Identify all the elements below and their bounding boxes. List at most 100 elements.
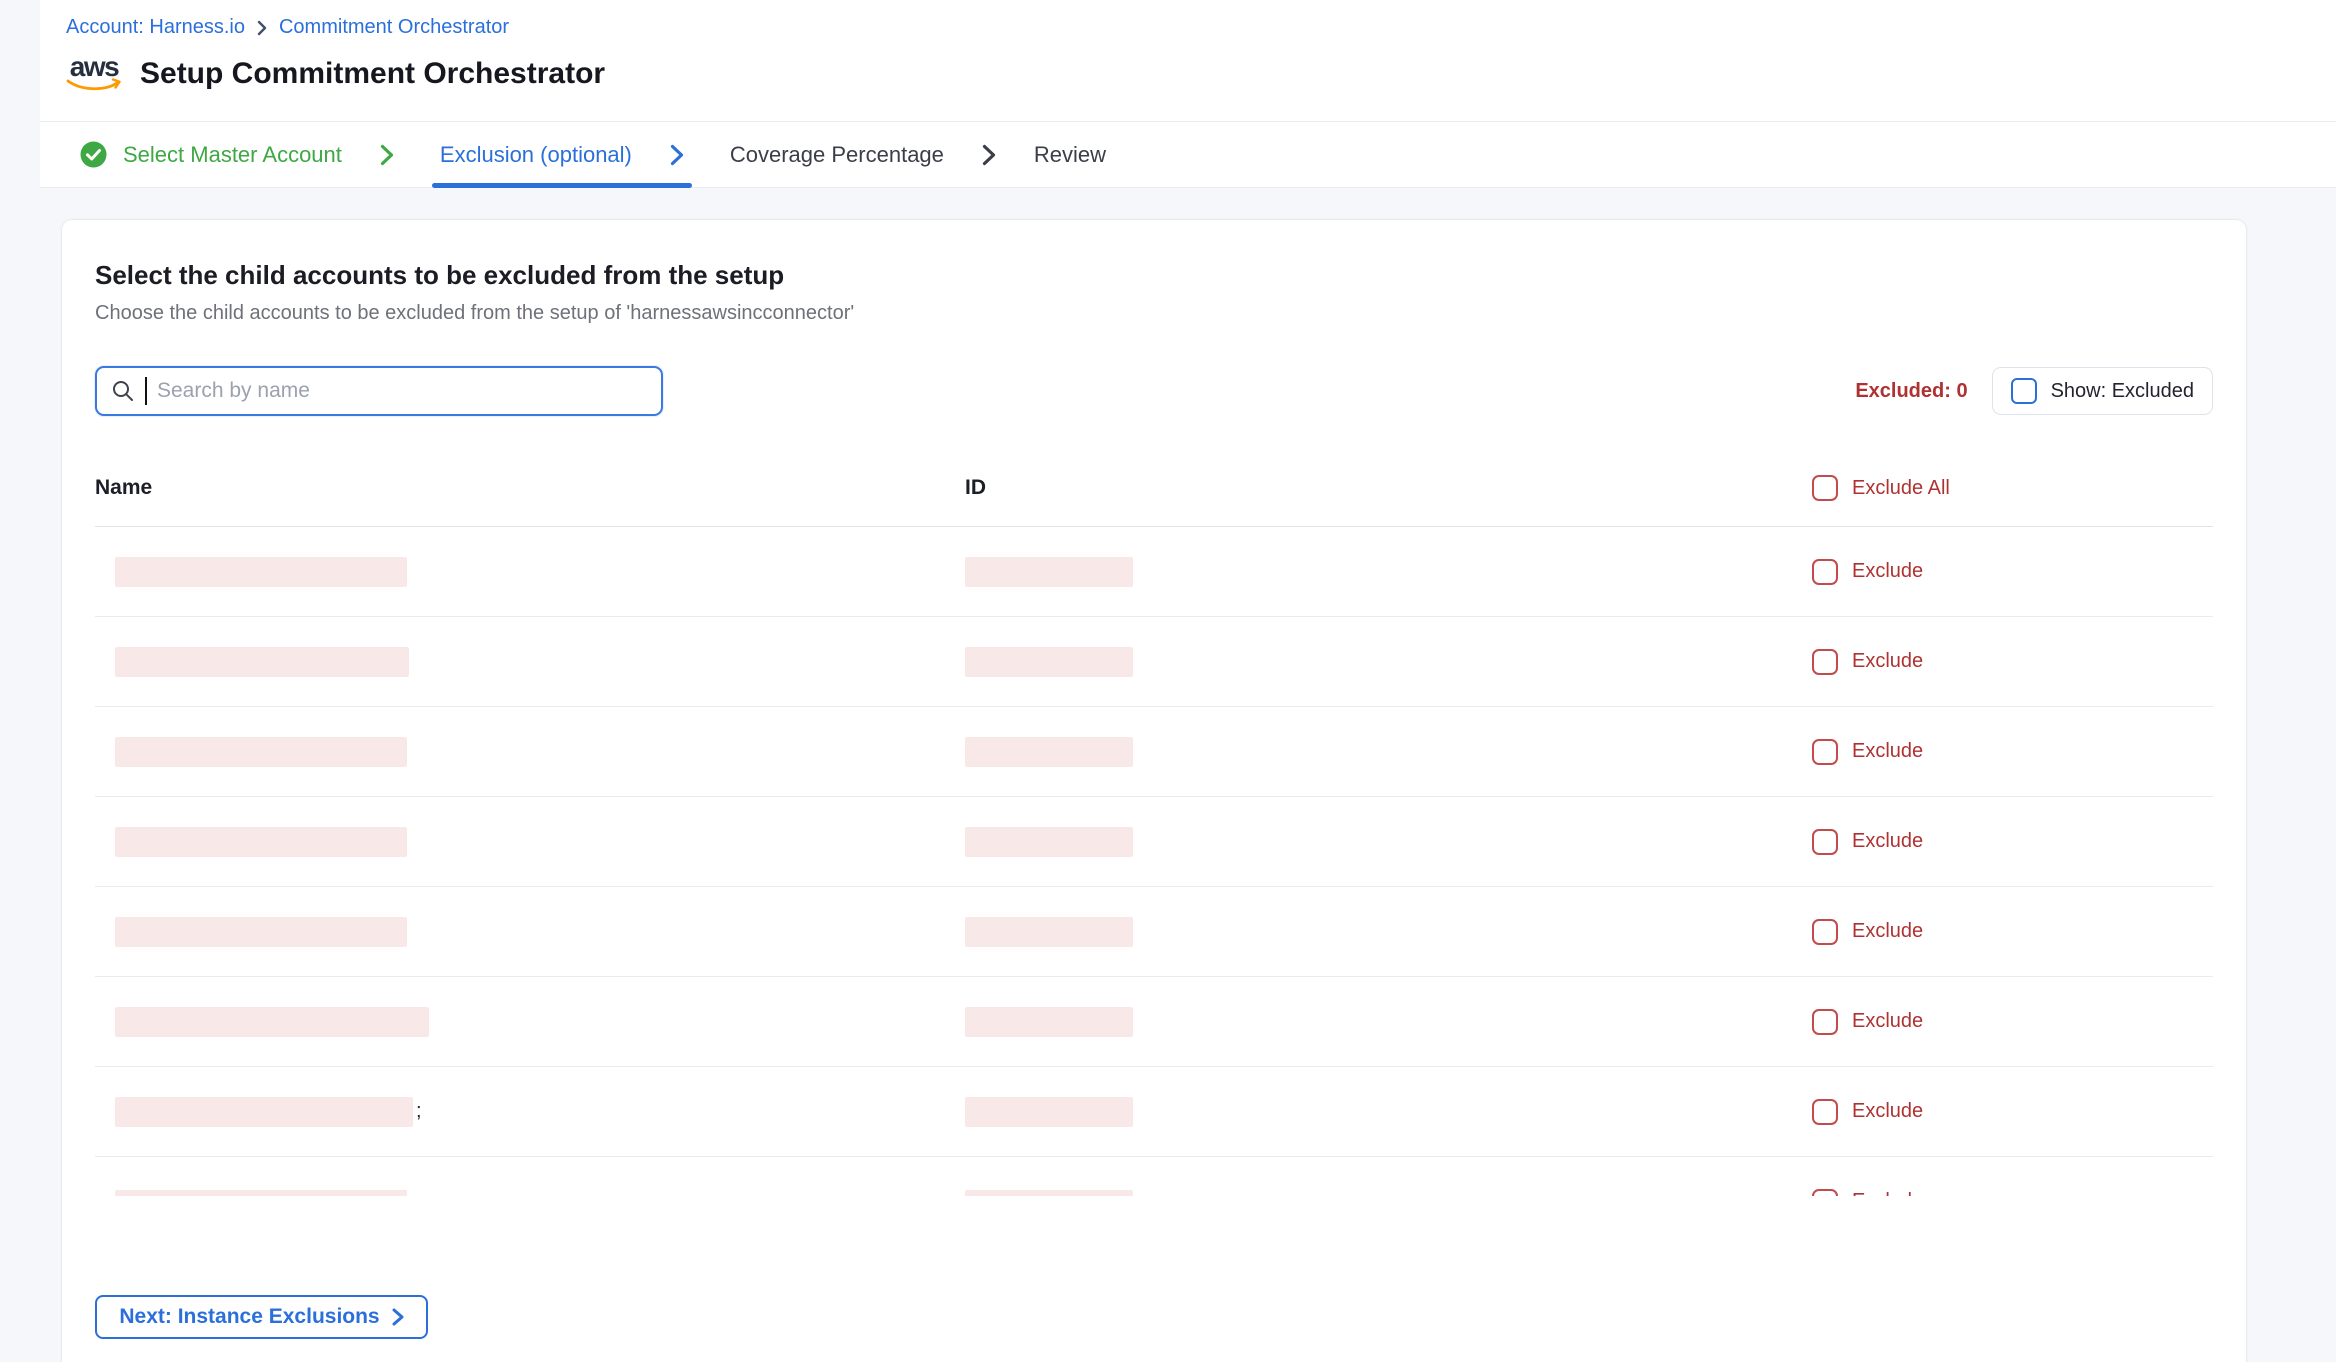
- excluded-count-badge: Excluded: 0: [1855, 380, 1967, 403]
- step-coverage-percentage[interactable]: Coverage Percentage: [730, 142, 944, 168]
- exclude-label: Exclude: [1852, 650, 1923, 673]
- redacted-name-value: [115, 1007, 429, 1037]
- step-exclusion-optional[interactable]: Exclusion (optional): [440, 142, 632, 168]
- search-box: [95, 366, 663, 416]
- table-header: Name ID Exclude All: [95, 450, 2213, 527]
- name-cell: [115, 1184, 965, 1197]
- name-cell: [115, 917, 965, 947]
- table-row: Exclude: [95, 797, 2213, 887]
- exclude-cell: Exclude: [1812, 919, 1923, 945]
- step-label: Coverage Percentage: [730, 142, 944, 168]
- redacted-name-value: [115, 647, 409, 677]
- aws-logo-icon: aws: [64, 54, 124, 93]
- id-cell: [965, 1184, 1812, 1197]
- panel-subheading: Choose the child accounts to be excluded…: [95, 302, 854, 325]
- step-select-master-account[interactable]: Select Master Account: [80, 141, 342, 168]
- exclude-checkbox[interactable]: [1812, 919, 1838, 945]
- aws-logo-text: aws: [70, 54, 118, 80]
- title-row: aws Setup Commitment Orchestrator: [64, 54, 605, 93]
- text-cursor: [145, 377, 147, 405]
- id-cell: [965, 647, 1812, 677]
- redacted-id-value: [965, 1007, 1133, 1037]
- check-circle-icon: [80, 141, 107, 168]
- breadcrumb: Account: Harness.io Commitment Orchestra…: [66, 16, 509, 39]
- id-cell: [965, 557, 1812, 587]
- setup-stepper: Select Master Account Exclusion (optiona…: [40, 122, 2336, 188]
- exclusion-panel: Select the child accounts to be excluded…: [62, 220, 2246, 1362]
- exclude-all-control: Exclude All: [1812, 475, 1950, 501]
- breadcrumb-page-link[interactable]: Commitment Orchestrator: [279, 16, 509, 39]
- table-body: Exclude Exclude Exclude Exclude Exclude Exclu…: [95, 527, 2213, 1196]
- redacted-name-value: [115, 917, 407, 947]
- redacted-id-value: [965, 1190, 1133, 1197]
- active-step-group: Exclusion (optional): [432, 122, 692, 188]
- exclude-label: Exclude: [1852, 560, 1923, 583]
- exclude-label: Exclude: [1852, 830, 1923, 853]
- table-row: Exclude: [95, 617, 2213, 707]
- show-excluded-label: Show: Excluded: [2051, 380, 2194, 403]
- exclude-checkbox[interactable]: [1812, 739, 1838, 765]
- table-row: Exclude: [95, 527, 2213, 617]
- step-label: Select Master Account: [123, 142, 342, 168]
- table-row: Exclude: [95, 707, 2213, 797]
- id-cell: [965, 917, 1812, 947]
- show-excluded-button[interactable]: Show: Excluded: [1992, 367, 2213, 415]
- chevron-right-icon: [670, 144, 684, 166]
- page: Account: Harness.io Commitment Orchestra…: [0, 0, 2336, 1362]
- id-cell: [965, 827, 1812, 857]
- show-excluded-checkbox[interactable]: [2011, 378, 2037, 404]
- redacted-id-value: [965, 647, 1133, 677]
- right-controls: Excluded: 0 Show: Excluded: [1855, 367, 2213, 415]
- exclude-checkbox[interactable]: [1812, 1189, 1838, 1197]
- page-header: Account: Harness.io Commitment Orchestra…: [40, 0, 2336, 122]
- table-row: ; Exclude: [95, 1067, 2213, 1157]
- breadcrumb-account-link[interactable]: Account: Harness.io: [66, 16, 245, 39]
- exclude-label: Exclude: [1852, 1100, 1923, 1123]
- name-cell: [115, 1007, 965, 1037]
- next-button-label: Next: Instance Exclusions: [119, 1305, 379, 1329]
- redacted-id-value: [965, 827, 1133, 857]
- exclude-checkbox[interactable]: [1812, 1099, 1838, 1125]
- exclude-cell: Exclude: [1812, 829, 1923, 855]
- exclude-checkbox[interactable]: [1812, 1009, 1838, 1035]
- step-label: Exclusion (optional): [440, 142, 632, 168]
- redacted-id-value: [965, 1097, 1133, 1127]
- chevron-right-icon: [257, 20, 267, 36]
- name-cell: [115, 647, 965, 677]
- step-label: Review: [1034, 142, 1106, 168]
- name-cell: ;: [115, 1097, 965, 1127]
- exclude-checkbox[interactable]: [1812, 559, 1838, 585]
- panel-heading: Select the child accounts to be excluded…: [95, 260, 784, 291]
- exclude-all-label: Exclude All: [1852, 477, 1950, 500]
- exclude-label: Exclude: [1852, 740, 1923, 763]
- search-icon: [111, 379, 135, 403]
- name-trailing-text: ;: [416, 1100, 422, 1123]
- table-row: Exclude: [95, 1157, 2213, 1196]
- chevron-right-icon: [982, 144, 996, 166]
- table-row: Exclude: [95, 977, 2213, 1067]
- exclude-checkbox[interactable]: [1812, 829, 1838, 855]
- redacted-name-value: [115, 1097, 413, 1127]
- exclude-cell: Exclude: [1812, 1099, 1923, 1125]
- exclude-cell: Exclude: [1812, 559, 1923, 585]
- exclude-cell: Exclude: [1812, 1189, 1923, 1197]
- step-review[interactable]: Review: [1034, 142, 1106, 168]
- next-instance-exclusions-button[interactable]: Next: Instance Exclusions: [95, 1295, 428, 1339]
- column-header-id: ID: [965, 476, 1812, 500]
- name-cell: [115, 827, 965, 857]
- chevron-right-icon: [392, 1308, 404, 1326]
- exclude-all-checkbox[interactable]: [1812, 475, 1838, 501]
- controls-row: Excluded: 0 Show: Excluded: [95, 366, 2213, 416]
- id-cell: [965, 1097, 1812, 1127]
- page-title: Setup Commitment Orchestrator: [140, 57, 605, 91]
- chevron-right-icon: [380, 144, 394, 166]
- redacted-name-value: [115, 1190, 407, 1197]
- search-input[interactable]: [157, 379, 647, 403]
- redacted-id-value: [965, 917, 1133, 947]
- exclude-checkbox[interactable]: [1812, 649, 1838, 675]
- exclude-label: Exclude: [1852, 1010, 1923, 1033]
- exclude-label: Exclude: [1852, 920, 1923, 943]
- name-cell: [115, 737, 965, 767]
- id-cell: [965, 1007, 1812, 1037]
- exclude-cell: Exclude: [1812, 649, 1923, 675]
